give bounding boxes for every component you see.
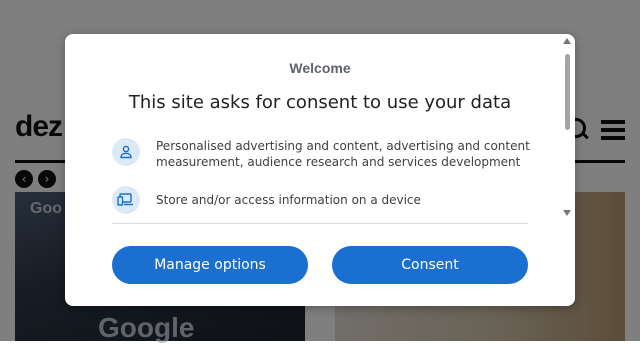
consent-headline: This site asks for consent to use your d…	[128, 92, 512, 113]
consent-button[interactable]: Consent	[332, 246, 528, 284]
person-icon	[112, 138, 140, 166]
manage-options-button[interactable]: Manage options	[112, 246, 308, 284]
purpose-item-store-access: Store and/or access information on a dev…	[112, 186, 532, 214]
dialog-scrollbar[interactable]	[563, 38, 573, 220]
purpose-text: Personalised advertising and content, ad…	[156, 139, 530, 169]
scrollbar-thumb[interactable]	[565, 54, 570, 130]
scroll-up-icon[interactable]	[563, 38, 571, 44]
scroll-down-icon[interactable]	[563, 210, 571, 216]
purpose-item-personalised-ads: Personalised advertising and content, ad…	[112, 138, 532, 170]
purposes-divider	[112, 223, 528, 224]
devices-icon	[112, 186, 140, 214]
consent-dialog: Welcome This site asks for consent to us…	[65, 34, 575, 306]
purpose-text: Store and/or access information on a dev…	[156, 193, 421, 207]
welcome-label: Welcome	[289, 60, 351, 76]
consent-scroll-area[interactable]: Welcome This site asks for consent to us…	[65, 34, 563, 222]
